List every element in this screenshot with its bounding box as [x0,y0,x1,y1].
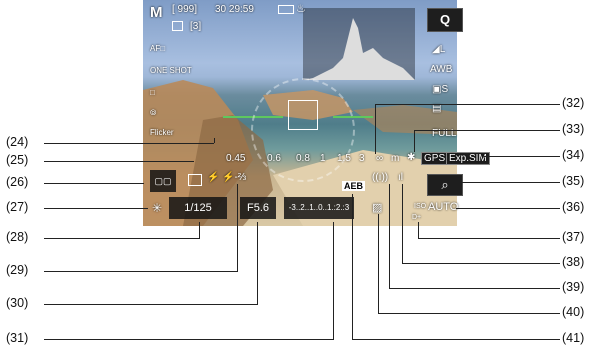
focus-scale-06: 0.6 [267,153,281,164]
callout-40: (40) [562,305,585,319]
live-view-screen [143,0,457,226]
leader-41 [352,339,560,340]
leader-24 [44,143,214,144]
leader-29 [44,271,238,272]
drive-single-icon: □ [150,88,155,97]
leader-30 [44,304,258,305]
iso-value: AUTO [428,201,459,213]
exposure-simulation: Exp.SIM [446,152,490,165]
flash-exposure-comp: ⚡-⅔ [222,172,247,183]
bluetooth-icon: ✱ [407,152,416,163]
leader-33-down [414,130,415,152]
callout-34: (34) [562,148,585,162]
leader-38-up [402,184,403,263]
zoom-button[interactable]: ⌕ [427,174,463,196]
af-operation-icon: ONE SHOT [150,66,192,75]
leader-33 [414,130,560,131]
leader-34 [484,156,560,157]
histogram [303,8,415,80]
exposure-level-indicator[interactable]: -3..2..1..0..1.:2.:3 [284,197,354,219]
leader-32-down [375,104,376,154]
drive-mode-icon [172,21,183,31]
callout-36: (36) [562,200,585,214]
touch-shutter-button[interactable]: ▢▢ [150,170,176,192]
temperature-warning-icon: ♨ [296,3,306,15]
callout-24: (24) [6,135,29,149]
leader-36 [456,208,560,209]
wifi-icon: ((ı)) [372,172,389,183]
shutter-speed[interactable]: 1/125 [169,197,227,219]
callout-30: (30) [6,296,29,310]
leader-24-tick [214,138,215,143]
exposure-comp-icon: ▨ [372,202,383,214]
leader-31 [44,339,334,340]
shots-remaining: [ 999] [172,4,198,15]
focus-scale-3: 3 [359,153,365,164]
focus-scale-unit: m [391,153,400,164]
leader-38 [402,263,560,264]
leader-37-up [418,222,419,238]
quick-control-button[interactable]: Q [427,8,463,32]
callout-41: (41) [562,331,585,345]
callout-27: (27) [6,200,29,214]
leader-40-up [378,214,379,313]
callout-25: (25) [6,153,29,167]
leader-32 [375,104,560,105]
iso-highlight-priority-icon: D+ [412,214,422,221]
flash-ready-icon: ⚡ [207,172,220,183]
leader-37 [418,238,560,239]
aeb-indicator: AEB [342,181,366,191]
image-quality: ◢L [432,44,446,55]
white-balance: AWB [430,64,453,75]
leader-35 [462,182,560,183]
leader-39-up [389,184,390,288]
leader-30-up [257,222,258,304]
electronic-level-ring [251,78,355,182]
leader-28-up [199,222,200,238]
leader-25 [44,161,194,162]
battery-icon [278,5,294,14]
focus-scale-15: 1.5 [337,153,351,164]
af-method-icon: AF□ [150,44,166,53]
leader-40 [378,313,560,314]
picture-style: ▣S [432,84,449,95]
callout-39: (39) [562,280,585,294]
metering-icon: ⦾ [150,108,157,117]
time-display: 30 29:59 [215,4,254,15]
leader-39 [389,288,560,289]
leader-27 [44,208,148,209]
callout-29: (29) [6,263,29,277]
focus-scale-045: 0.45 [226,153,246,164]
card-icon [188,174,202,186]
ae-lock-icon: ✳ [152,201,163,215]
callout-38: (38) [562,255,585,269]
leader-29-up [237,184,238,271]
leader-28 [44,238,200,239]
callout-37: (37) [562,230,585,244]
leader-41-up [352,194,353,339]
leader-26 [44,183,144,184]
focus-scale-1: 1 [320,153,326,164]
leader-31-up [333,222,334,339]
callout-32: (32) [562,96,585,110]
flicker-icon: Flicker [150,128,174,137]
gps-indicator: GPS [421,152,449,165]
drive-bracket: [3] [190,21,202,32]
aperture[interactable]: F5.6 [240,197,276,219]
callout-26: (26) [6,175,29,189]
callout-35: (35) [562,174,585,188]
shooting-mode: M [150,4,163,21]
callout-31: (31) [6,331,29,345]
focus-scale-infinity: ∞ [376,153,384,164]
callout-33: (33) [562,122,585,136]
callout-28: (28) [6,230,29,244]
signal-strength-icon: ıl [398,172,403,183]
focus-scale-08: 0.8 [296,153,310,164]
iso-label: ISO [414,203,427,210]
